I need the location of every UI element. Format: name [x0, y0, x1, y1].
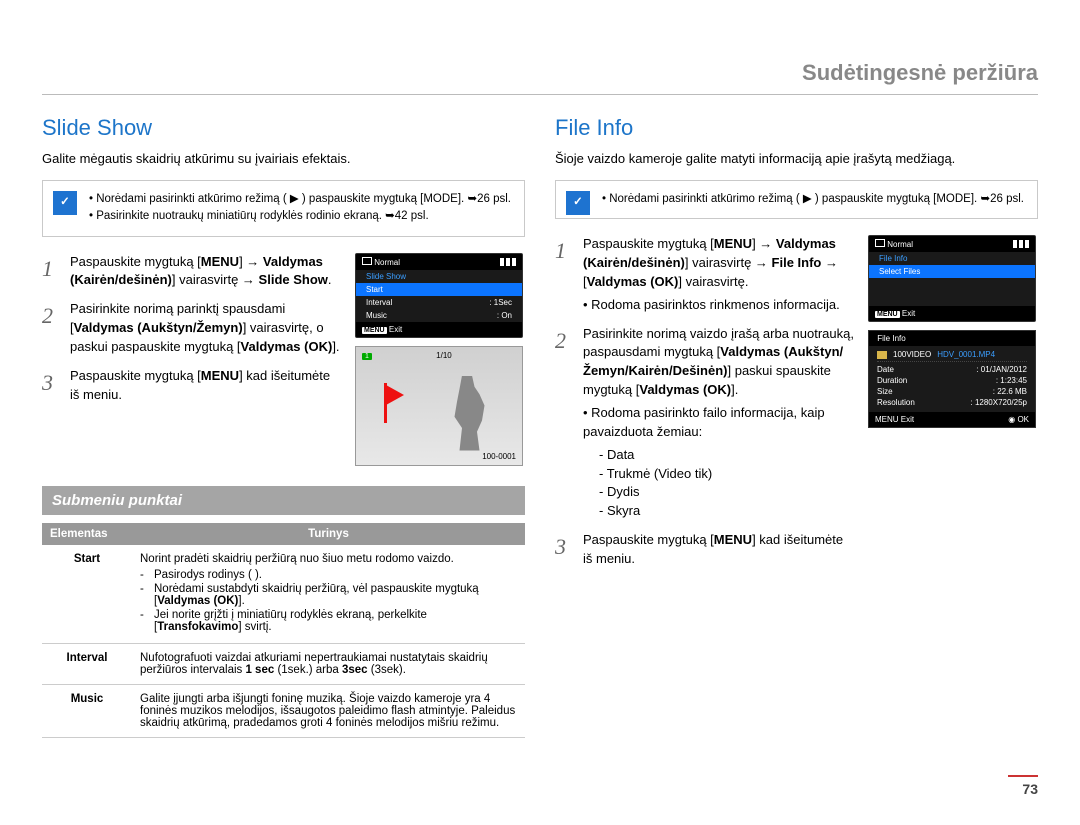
folder-name: 100VIDEO [893, 350, 931, 359]
table-cell-content: Galite įjungti arba išjungti foninę muzi… [132, 684, 525, 737]
right-info-box: ✓ Norėdami pasirinkti atkūrimo režimą ( … [555, 180, 1038, 219]
osd-item: Select Files [869, 265, 1035, 278]
step-body: Paspauskite mygtuką [MENU] kad išeitumėt… [70, 367, 341, 405]
battery-icon [500, 258, 516, 266]
table-row: Start Norint pradėti skaidrių peržiūrą n… [42, 545, 525, 644]
submenu-table: Elementas Turinys Start Norint pradėti s… [42, 523, 525, 738]
osd-menu: Normal File Info Select Files MENU Exit [868, 235, 1036, 322]
back-icon [362, 257, 372, 265]
submenu-heading: Submeniu punktai [42, 486, 525, 515]
right-intro: Šioje vaizdo kameroje galite matyti info… [555, 151, 1038, 166]
step-body: Paspauskite mygtuką [MENU] → Valdymas (K… [583, 235, 854, 314]
osd-section: Slide Show [356, 270, 522, 283]
step-body: Pasirinkite norimą vaizdo įrašą arba nuo… [583, 325, 854, 521]
step-number: 3 [42, 367, 60, 405]
osd-preview: 1 1/10 100-0001 [355, 346, 523, 466]
left-info-item: Norėdami pasirinkti atkūrimo režimą ( ▶ … [89, 191, 512, 208]
battery-icon [1013, 240, 1029, 248]
step-number: 2 [42, 300, 60, 357]
left-intro: Galite mėgautis skaidrių atkūrimu su įva… [42, 151, 525, 166]
silhouette-icon [442, 376, 492, 451]
right-section-title: File Info [555, 115, 1038, 141]
left-info-box: ✓ Norėdami pasirinkti atkūrimo režimą ( … [42, 180, 525, 237]
table-header: Elementas [42, 523, 132, 545]
folder-icon [877, 351, 887, 359]
left-steps: 1 Paspauskite mygtuką [MENU] → Valdymas … [42, 253, 341, 415]
table-row: Music Galite įjungti arba išjungti fonin… [42, 684, 525, 737]
osd-exit: Exit [902, 309, 915, 318]
menu-chip: MENU [875, 415, 899, 424]
right-column: File Info Šioje vaizdo kameroje galite m… [555, 115, 1038, 738]
osd-exit: Exit [389, 325, 402, 334]
step-body: Pasirinkite norimą parinktį spausdami [V… [70, 300, 341, 357]
osd-item: Interval: 1Sec [356, 296, 522, 309]
step-number: 3 [555, 531, 573, 569]
page-number: 73 [1008, 775, 1038, 797]
page-title: Sudėtingesnė peržiūra [802, 60, 1038, 85]
table-cell-item: Start [42, 545, 132, 644]
osd-info-title: File Info [877, 334, 905, 343]
table-row: Interval Nufotografuoti vaizdai atkuriam… [42, 643, 525, 684]
right-osd-stack: Normal File Info Select Files MENU Exit … [868, 235, 1038, 428]
step-body: Paspauskite mygtuką [MENU] kad išeitumėt… [583, 531, 854, 569]
table-cell-content: Nufotografuoti vaizdai atkuriami nepertr… [132, 643, 525, 684]
check-icon: ✓ [53, 191, 77, 215]
table-header: Turinys [132, 523, 525, 545]
left-osd-stack: Normal Slide Show Start Interval: 1Sec M… [355, 253, 525, 466]
left-section-title: Slide Show [42, 115, 525, 141]
menu-chip: MENU [875, 311, 900, 318]
back-icon [875, 239, 885, 247]
osd-top: Normal [374, 258, 400, 267]
osd-section: File Info [869, 252, 1035, 265]
osd-fileno: 100-0001 [482, 452, 516, 461]
page-header: Sudėtingesnė peržiūra [42, 60, 1038, 95]
left-column: Slide Show Galite mėgautis skaidrių atkū… [42, 115, 525, 738]
check-icon: ✓ [566, 191, 590, 215]
osd-top: Normal [887, 240, 913, 249]
right-steps: 1 Paspauskite mygtuką [MENU] → Valdymas … [555, 235, 854, 579]
table-cell-item: Interval [42, 643, 132, 684]
step-number: 1 [555, 235, 573, 314]
step-number: 1 [42, 253, 60, 291]
flag-icon [386, 385, 404, 405]
osd-item: Music: On [356, 309, 522, 322]
osd-item: Start [356, 283, 522, 296]
left-info-item: Pasirinkite nuotraukų miniatiūrų rodyklė… [89, 208, 512, 225]
step-number: 2 [555, 325, 573, 521]
table-cell-content: Norint pradėti skaidrių peržiūrą nuo šiu… [132, 545, 525, 644]
table-cell-item: Music [42, 684, 132, 737]
right-info-item: Norėdami pasirinkti atkūrimo režimą ( ▶ … [602, 191, 1025, 208]
file-name: HDV_0001.MP4 [937, 350, 995, 359]
badge-icon: 1 [362, 353, 372, 360]
menu-chip: MENU [362, 327, 387, 334]
osd-counter: 1/10 [436, 351, 452, 360]
step-body: Paspauskite mygtuką [MENU] → Valdymas (K… [70, 253, 341, 291]
osd-file-info: File Info 100VIDEO HDV_0001.MP4 Date: 01… [868, 330, 1036, 428]
osd-menu: Normal Slide Show Start Interval: 1Sec M… [355, 253, 523, 338]
